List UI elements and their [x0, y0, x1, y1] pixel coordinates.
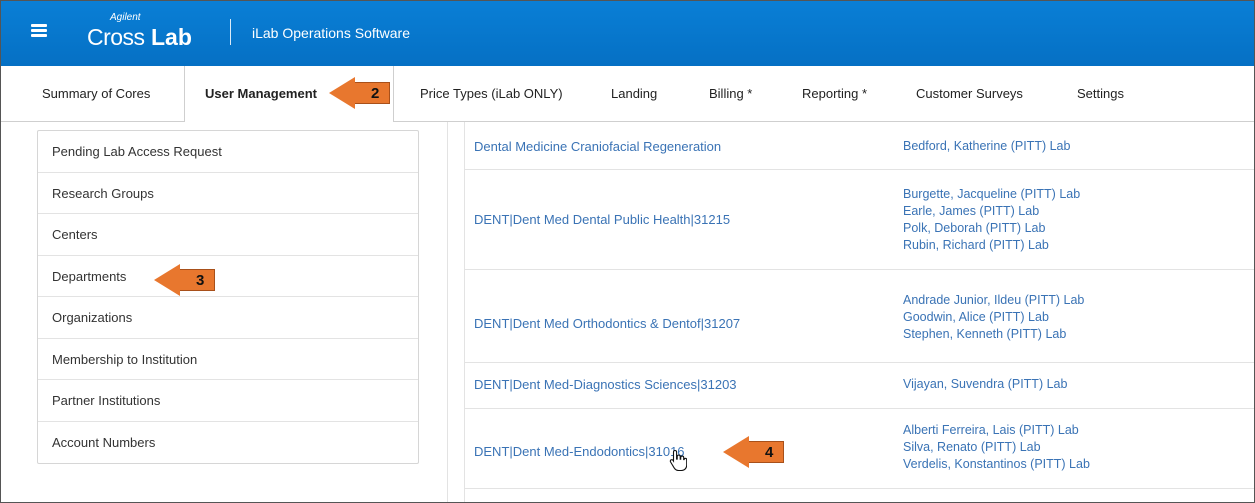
- callout-arrow-head: [154, 264, 180, 296]
- department-link[interactable]: DENT|Dent Med Orthodontics & Dentof|3120…: [474, 316, 740, 331]
- tab-billing[interactable]: Billing *: [709, 66, 752, 122]
- department-link[interactable]: DENT|Dent Med-Diagnostics Sciences|31203: [474, 377, 737, 392]
- lab-link[interactable]: Silva, Renato (PITT) Lab: [903, 439, 1090, 456]
- lab-link[interactable]: Earle, James (PITT) Lab: [903, 203, 1080, 220]
- callout-arrow-3: 3: [154, 264, 216, 296]
- lab-link[interactable]: Andrade Junior, Ildeu (PITT) Lab: [903, 292, 1084, 309]
- lab-link[interactable]: Alberti Ferreira, Lais (PITT) Lab: [903, 422, 1090, 439]
- tab-customer-surveys[interactable]: Customer Surveys: [916, 66, 1023, 122]
- callout-number: 3: [196, 271, 205, 289]
- lab-link[interactable]: Burgette, Jacqueline (PITT) Lab: [903, 186, 1080, 203]
- table-row: Dental Medicine Craniofacial Regeneratio…: [465, 122, 1254, 170]
- menu-item-pending-lab-access-request[interactable]: Pending Lab Access Request: [38, 131, 418, 173]
- callout-arrow-body: 2: [355, 82, 391, 104]
- top-header: Agilent Cross Lab iLab Operations Softwa…: [1, 1, 1254, 66]
- lab-link[interactable]: Bedford, Katherine (PITT) Lab: [903, 138, 1070, 155]
- lab-link[interactable]: Stephen, Kenneth (PITT) Lab: [903, 326, 1084, 343]
- lab-link[interactable]: Rubin, Richard (PITT) Lab: [903, 237, 1080, 254]
- menu-item-research-groups[interactable]: Research Groups: [38, 173, 418, 214]
- app-window: Agilent Cross Lab iLab Operations Softwa…: [0, 0, 1255, 503]
- table-row: DENT|Dent Med Orthodontics & Dentof|3120…: [465, 270, 1254, 363]
- callout-arrow-head: [329, 77, 355, 109]
- lab-link[interactable]: Verdelis, Konstantinos (PITT) Lab: [903, 456, 1090, 473]
- lab-list: Vijayan, Suvendra (PITT) Lab: [903, 376, 1067, 393]
- menu-item-centers[interactable]: Centers: [38, 214, 418, 256]
- logo-cross-text: Cross: [87, 24, 145, 50]
- menu-item-membership-to-institution[interactable]: Membership to Institution: [38, 339, 418, 380]
- callout-arrow-body: 3: [180, 269, 216, 291]
- hamburger-menu-icon[interactable]: [31, 24, 47, 37]
- menu-item-account-numbers[interactable]: Account Numbers: [38, 422, 418, 464]
- department-link[interactable]: DENT|Dent Med Dental Public Health|31215: [474, 212, 730, 227]
- crosslab-logo[interactable]: Agilent Cross Lab: [87, 13, 207, 53]
- menu-item-organizations[interactable]: Organizations: [38, 297, 418, 339]
- lab-list: Alberti Ferreira, Lais (PITT) Lab Silva,…: [903, 422, 1090, 473]
- logo-brand-text: Agilent: [110, 12, 141, 23]
- main-tabs: Summary of Cores User Management Price T…: [1, 66, 1254, 123]
- tab-landing[interactable]: Landing: [611, 66, 657, 122]
- left-panel: Pending Lab Access Request Research Grou…: [23, 122, 448, 502]
- header-divider: [230, 19, 231, 45]
- user-management-menu: Pending Lab Access Request Research Grou…: [37, 130, 419, 464]
- tab-reporting[interactable]: Reporting *: [802, 66, 867, 122]
- table-row: DENT|Dent Med-Endodontics|31016 Alberti …: [465, 409, 1254, 489]
- table-row: DENT|Dent Med Dental Public Health|31215…: [465, 170, 1254, 270]
- lab-list: Andrade Junior, Ildeu (PITT) Lab Goodwin…: [903, 292, 1084, 343]
- callout-arrow-2: 2: [329, 77, 391, 109]
- callout-arrow-body: 4: [749, 441, 785, 463]
- department-link[interactable]: Dental Medicine Craniofacial Regeneratio…: [474, 139, 721, 154]
- table-row: DENT|Dent Med-Diagnostics Sciences|31203…: [465, 363, 1254, 409]
- lab-list: Bedford, Katherine (PITT) Lab: [903, 138, 1070, 155]
- callout-number: 2: [371, 84, 380, 102]
- lab-link[interactable]: Polk, Deborah (PITT) Lab: [903, 220, 1080, 237]
- tab-settings[interactable]: Settings: [1077, 66, 1124, 122]
- callout-number: 4: [765, 443, 774, 461]
- tab-summary-of-cores[interactable]: Summary of Cores: [42, 66, 150, 122]
- tab-price-types[interactable]: Price Types (iLab ONLY): [420, 66, 563, 122]
- hand-pointer-icon: [669, 449, 687, 471]
- lab-link[interactable]: Goodwin, Alice (PITT) Lab: [903, 309, 1084, 326]
- callout-arrow-4: 4: [723, 436, 785, 468]
- department-link[interactable]: DENT|Dent Med-Endodontics|31016: [474, 444, 685, 459]
- callout-arrow-head: [723, 436, 749, 468]
- lab-link[interactable]: Vijayan, Suvendra (PITT) Lab: [903, 376, 1067, 393]
- app-name: iLab Operations Software: [252, 25, 410, 41]
- menu-item-partner-institutions[interactable]: Partner Institutions: [38, 380, 418, 422]
- lab-list: Burgette, Jacqueline (PITT) Lab Earle, J…: [903, 186, 1080, 254]
- menu-item-departments[interactable]: Departments: [38, 256, 418, 297]
- departments-table: Dental Medicine Craniofacial Regeneratio…: [464, 122, 1254, 502]
- logo-lab-text: Lab: [151, 24, 192, 50]
